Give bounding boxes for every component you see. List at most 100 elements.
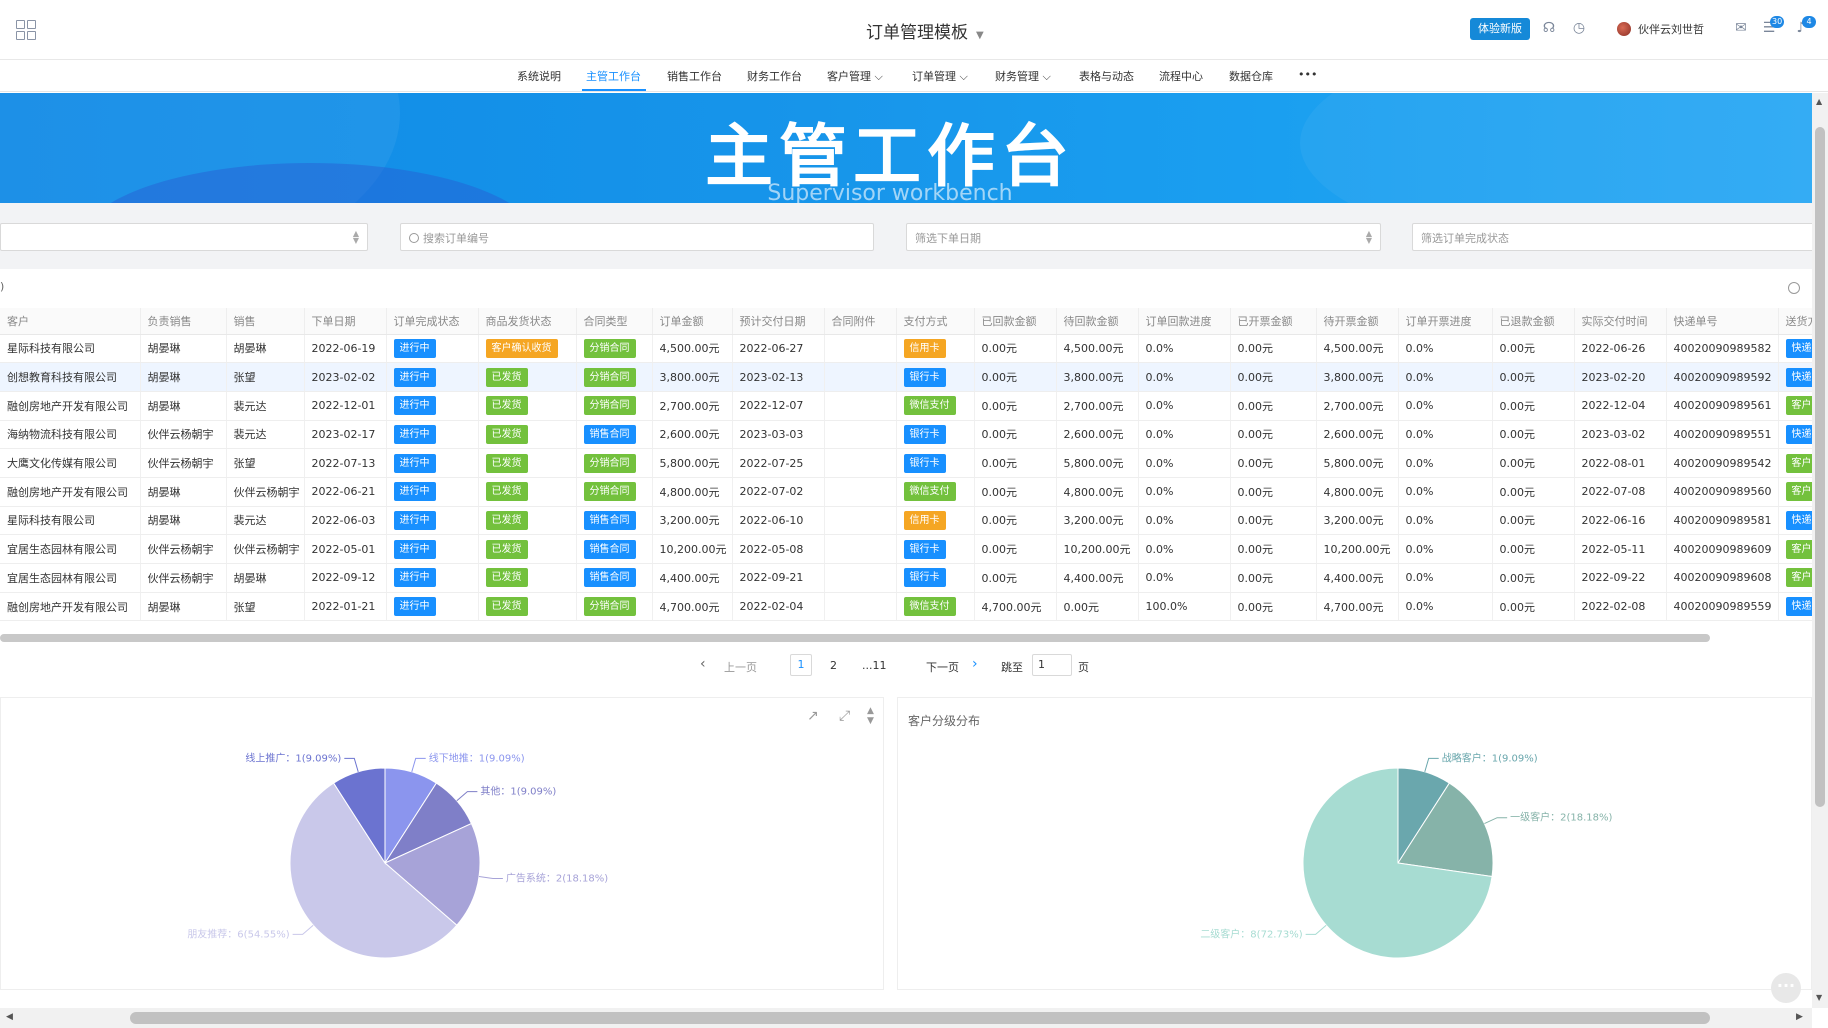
- filter-select[interactable]: ▲ ▼: [0, 223, 368, 251]
- nav-item-workflow[interactable]: 流程中心: [1159, 68, 1203, 84]
- table-row[interactable]: 星际科技有限公司 胡晏琳 胡晏琳 2022-06-19 进行中 客户确认收货 分销合同 4,5…: [0, 334, 1823, 364]
- jump-page-input[interactable]: 1: [1032, 654, 1072, 676]
- scroll-thumb[interactable]: [1815, 127, 1825, 807]
- status-badge: 进行中: [393, 510, 436, 530]
- table-cell: 4,700.00元: [652, 592, 733, 622]
- table-cell: 已发货: [478, 592, 577, 622]
- column-header[interactable]: 商品发货状态: [478, 308, 577, 335]
- table-row[interactable]: 融创房地产开发有限公司 胡晏琳 张望 2022-01-21 进行中 已发货 分销合同 4,70…: [0, 592, 1823, 622]
- table-horizontal-scrollbar[interactable]: [0, 634, 1710, 642]
- page-2-button[interactable]: 2: [830, 659, 837, 672]
- nav-item-warehouse[interactable]: 数据仓库: [1229, 68, 1273, 84]
- scroll-up-icon[interactable]: ▲: [1816, 97, 1822, 106]
- chevron-left-icon[interactable]: ‹: [700, 656, 706, 672]
- table-cell: 2022-06-26: [1574, 334, 1667, 364]
- table-row[interactable]: 大鹰文化传媒有限公司 伙伴云杨朝宇 张望 2022-07-13 进行中 已发货 分销合同 5,…: [0, 448, 1823, 478]
- status-badge: 分销合同: [583, 338, 636, 358]
- column-header[interactable]: 订单开票进度: [1398, 308, 1493, 335]
- scroll-down-icon[interactable]: ▼: [1816, 993, 1822, 1002]
- status-badge: 已发货: [485, 482, 528, 502]
- table-cell: 2022-07-08: [1574, 477, 1667, 507]
- table-row[interactable]: 创想教育科技有限公司 胡晏琳 张望 2023-02-02 进行中 已发货 分销合同 3,800…: [0, 362, 1823, 392]
- table-cell: 微信支付: [896, 477, 975, 507]
- order-date-filter[interactable]: 筛选下单日期 ▲ ▼: [906, 223, 1381, 251]
- table-cell: 2022-12-01: [304, 391, 387, 421]
- next-page-button[interactable]: 下一页: [926, 659, 959, 675]
- column-header[interactable]: 已回款金额: [974, 308, 1057, 335]
- column-header[interactable]: 支付方式: [896, 308, 975, 335]
- column-header[interactable]: 订单回款进度: [1138, 308, 1231, 335]
- chevron-right-icon[interactable]: ›: [972, 656, 978, 672]
- nav-item-customers[interactable]: 客户管理 ⌵: [827, 68, 883, 84]
- chevron-down-icon[interactable]: ▼: [976, 30, 984, 41]
- message-icon[interactable]: ✉: [1732, 19, 1750, 37]
- page-unit-label: 页: [1078, 661, 1089, 674]
- column-header[interactable]: 待开票金额: [1316, 308, 1399, 335]
- nav-item-system-guide[interactable]: 系统说明: [517, 68, 561, 84]
- order-status-filter[interactable]: 筛选订单完成状态: [1412, 223, 1814, 251]
- page-vertical-scrollbar[interactable]: ▲ ▼: [1812, 93, 1828, 1008]
- nav-item-finance-desk[interactable]: 财务工作台: [747, 68, 802, 84]
- nav-item-orders[interactable]: 订单管理 ⌵: [912, 68, 968, 84]
- table-row[interactable]: 星际科技有限公司 胡晏琳 裴元达 2022-06-03 进行中 已发货 销售合同 3,200.…: [0, 506, 1823, 536]
- customer-tier-pie-panel: 客户分级分布 战略客户：1(9.09%) 一级客户：2(18.18%) 二级客户：8…: [897, 697, 1812, 990]
- apps-grid-icon[interactable]: [16, 20, 36, 40]
- table-search-icon[interactable]: [1788, 282, 1800, 294]
- table-cell: 2022-09-22: [1574, 563, 1667, 593]
- nav-item-finance[interactable]: 财务管理 ⌵: [995, 68, 1051, 84]
- table-row[interactable]: 宜居生态园林有限公司 伙伴云杨朝宇 伙伴云杨朝宇 2022-05-01 进行中 已发货 销售…: [0, 534, 1823, 564]
- column-header[interactable]: 客户: [0, 308, 141, 335]
- scroll-left-icon[interactable]: ◀: [6, 1012, 13, 1022]
- avatar[interactable]: [1617, 22, 1631, 36]
- table-cell: 已发货: [478, 362, 577, 392]
- column-header[interactable]: 合同类型: [576, 308, 653, 335]
- order-search-input[interactable]: 搜索订单编号: [400, 223, 874, 251]
- table-row[interactable]: 融创房地产开发有限公司 胡晏琳 裴元达 2022-12-01 进行中 已发货 分销合同 2,7…: [0, 391, 1823, 421]
- headset-icon[interactable]: ☊: [1540, 19, 1558, 37]
- table-row[interactable]: 融创房地产开发有限公司 胡晏琳 伙伴云杨朝宇 2022-06-21 进行中 已发货 分销合同…: [0, 477, 1823, 507]
- nav-item-sales[interactable]: 销售工作台: [667, 68, 722, 84]
- table-cell: 星际科技有限公司: [0, 506, 141, 536]
- table-cell: 0.0%: [1398, 362, 1493, 392]
- banner: 主管工作台 Supervisor workbench: [0, 93, 1814, 203]
- scroll-right-icon[interactable]: ▶: [1796, 1012, 1803, 1022]
- app-title[interactable]: 订单管理模板 ▼: [866, 18, 984, 43]
- table-cell: 4,500.00元: [1056, 334, 1139, 364]
- column-header[interactable]: 下单日期: [304, 308, 387, 335]
- column-header[interactable]: 快递单号: [1666, 308, 1779, 335]
- prev-page-button[interactable]: 上一页: [724, 659, 757, 675]
- column-header[interactable]: 负责销售: [140, 308, 227, 335]
- help-icon[interactable]: ◷: [1570, 19, 1588, 37]
- status-badge: 分销合同: [583, 367, 636, 387]
- more-actions-icon[interactable]: ···: [1771, 973, 1801, 1003]
- page-1-button[interactable]: 1: [790, 654, 812, 676]
- column-header[interactable]: 实际交付时间: [1574, 308, 1667, 335]
- trial-new-version-button[interactable]: 体验新版: [1470, 18, 1530, 40]
- column-header[interactable]: 订单金额: [652, 308, 733, 335]
- username[interactable]: 伙伴云刘世哲: [1638, 21, 1704, 37]
- table-cell: 进行中: [386, 391, 479, 421]
- column-header[interactable]: 订单完成状态: [386, 308, 479, 335]
- column-header[interactable]: 已开票金额: [1230, 308, 1317, 335]
- table-cell: 伙伴云杨朝宇: [140, 563, 227, 593]
- nav-item-tables[interactable]: 表格与动态: [1079, 68, 1134, 84]
- table-cell: 0.00元: [1492, 362, 1575, 392]
- table-cell: 宜居生态园林有限公司: [0, 534, 141, 564]
- page-last-button[interactable]: ...11: [862, 659, 887, 672]
- column-header[interactable]: 销售: [226, 308, 305, 335]
- column-header[interactable]: 合同附件: [824, 308, 897, 335]
- nav-item-supervisor[interactable]: 主管工作台: [586, 68, 641, 84]
- table-row[interactable]: 宜居生态园林有限公司 伙伴云杨朝宇 胡晏琳 2022-09-12 进行中 已发货 销售合同 4…: [0, 563, 1823, 593]
- search-icon: [409, 233, 419, 243]
- column-header[interactable]: 待回款金额: [1056, 308, 1139, 335]
- nav-more-icon[interactable]: •••: [1298, 68, 1317, 81]
- scroll-thumb[interactable]: [130, 1012, 1710, 1024]
- table-cell: 0.00元: [974, 448, 1057, 478]
- table-row[interactable]: 海纳物流科技有限公司 伙伴云杨朝宇 裴元达 2023-02-17 进行中 已发货 销售合同 2…: [0, 420, 1823, 450]
- pie-leader-line: [1424, 757, 1439, 772]
- table-cell: 4,500.00元: [1316, 334, 1399, 364]
- page-horizontal-scrollbar[interactable]: ◀ ▶: [0, 1008, 1812, 1028]
- table-cell: 0.00元: [1492, 334, 1575, 364]
- column-header[interactable]: 预计交付日期: [732, 308, 825, 335]
- column-header[interactable]: 已退款金额: [1492, 308, 1575, 335]
